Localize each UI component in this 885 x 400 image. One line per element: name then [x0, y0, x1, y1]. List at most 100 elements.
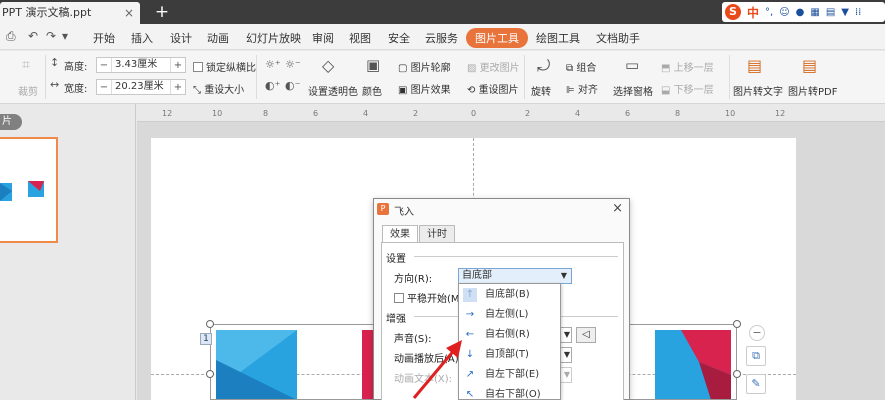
direction-option-top[interactable]: ↓ 自顶部(T): [459, 345, 560, 365]
option-label: 自右侧(R): [485, 329, 530, 340]
menu-doc-assistant[interactable]: 文档助手: [596, 30, 640, 46]
picture-effect-button[interactable]: ▣ 图片效果: [398, 81, 451, 96]
menu-view[interactable]: 视图: [349, 30, 371, 46]
height-label: 高度:: [64, 62, 88, 73]
resize-handle[interactable]: [206, 370, 214, 378]
menu-drawing-tools[interactable]: 绘图工具: [536, 30, 580, 46]
keyboard-icon[interactable]: ▦: [810, 7, 819, 18]
sound-select[interactable]: ▼: [560, 327, 572, 343]
pic-to-text-button[interactable]: 图片转文字: [733, 83, 783, 98]
close-tab-icon[interactable]: ×: [124, 2, 134, 24]
ime-toolbar: S 中 °, ☺ ● ▦ ▤ ▼ ⁞⁞: [722, 2, 885, 22]
menu-picture-tools[interactable]: 图片工具: [466, 28, 528, 48]
resize-handle[interactable]: [733, 320, 741, 328]
resize-handle[interactable]: [733, 370, 741, 378]
picture-outline-button[interactable]: ▢ 图片轮廓: [398, 59, 451, 74]
skin-icon[interactable]: ▼: [841, 7, 849, 18]
menu-cloud[interactable]: 云服务: [425, 30, 458, 46]
smooth-start-checkbox[interactable]: 平稳开始(M): [394, 290, 463, 305]
sound-volume-button[interactable]: ◁: [576, 327, 596, 343]
menu-security[interactable]: 安全: [388, 30, 410, 46]
send-backward-button[interactable]: ⬓ 下移一层: [661, 81, 714, 96]
pic-to-pdf-button[interactable]: 图片转PDF: [788, 83, 837, 98]
animate-text-select[interactable]: ▼: [560, 367, 572, 383]
lock-ratio-checkbox[interactable]: 锁定纵横比: [193, 59, 256, 74]
grid-icon[interactable]: ⁞⁞: [855, 7, 861, 18]
direction-value: 自底部: [462, 270, 492, 281]
resize-handle[interactable]: [206, 320, 214, 328]
chevron-down-icon: ▼: [560, 271, 567, 280]
direction-select[interactable]: 自底部 ▼: [458, 268, 572, 284]
menu-design[interactable]: 设计: [170, 30, 192, 46]
pen-icon[interactable]: ✎: [746, 374, 766, 394]
ime-language[interactable]: 中: [747, 4, 759, 21]
tab-timing[interactable]: 计时: [419, 225, 455, 243]
align-button[interactable]: ⊫ 对齐: [566, 81, 598, 96]
checkbox-icon: [394, 293, 404, 303]
picture-outline-label: 图片轮廓: [410, 63, 451, 74]
dialog-close-icon[interactable]: ×: [612, 201, 623, 216]
toolbox-icon[interactable]: ▤: [826, 7, 835, 18]
panel-tab[interactable]: 片: [0, 114, 22, 130]
document-tab[interactable]: PPT 演示文稿.ppt ×: [0, 2, 140, 24]
menu-slideshow[interactable]: 幻灯片放映: [246, 30, 301, 46]
direction-option-bottom-left[interactable]: ↗ 自左下部(E): [459, 365, 560, 385]
height-increase-button[interactable]: +: [171, 60, 185, 71]
direction-option-right[interactable]: ← 自右侧(R): [459, 325, 560, 345]
microphone-icon[interactable]: ●: [796, 7, 805, 18]
title-bar: PPT 演示文稿.ppt × + S 中 °, ☺ ● ▦ ▤ ▼ ⁞⁞: [0, 0, 885, 24]
group-icon: ⧉: [566, 63, 577, 74]
width-increase-button[interactable]: +: [171, 82, 185, 93]
direction-label: 方向(R):: [394, 274, 433, 285]
collapse-icon[interactable]: −: [749, 325, 765, 341]
print-preview-icon[interactable]: ⎙: [6, 29, 16, 44]
reset-size-button[interactable]: ⤡ 重设大小: [193, 81, 244, 96]
reset-picture-button[interactable]: ⟲ 重设图片: [467, 81, 519, 96]
emoji-icon[interactable]: ☺: [779, 7, 789, 18]
undo-icon[interactable]: ↶: [28, 29, 38, 43]
ruler-tick: 4: [575, 109, 581, 118]
punctuation-icon[interactable]: °,: [765, 7, 773, 18]
group-button[interactable]: ⧉ 组合: [566, 59, 596, 74]
brightness-up-icon[interactable]: ☼⁺: [265, 58, 281, 71]
width-spinner[interactable]: − 20.23厘米 +: [96, 79, 186, 95]
height-input[interactable]: 3.43厘米: [111, 58, 171, 72]
contrast-down-icon[interactable]: ◐⁻: [285, 79, 300, 92]
new-tab-button[interactable]: +: [150, 0, 174, 24]
menu-animation[interactable]: 动画: [207, 30, 229, 46]
chevron-down-icon: ▼: [563, 370, 570, 379]
color-button[interactable]: 颜色: [362, 83, 382, 98]
menu-home[interactable]: 开始: [93, 30, 115, 46]
annotation-arrow: [412, 340, 462, 399]
group-label: 组合: [576, 63, 597, 74]
set-transparent-button[interactable]: 设置透明色: [308, 83, 358, 98]
rotate-button[interactable]: 旋转: [531, 83, 551, 98]
direction-option-bottom-right[interactable]: ↖ 自右下部(O): [459, 385, 560, 400]
animation-order-badge[interactable]: 1: [200, 333, 212, 345]
redo-icon[interactable]: ↷: [46, 29, 56, 43]
bring-forward-icon: ⬒: [661, 63, 674, 74]
bring-forward-button[interactable]: ⬒ 上移一层: [661, 59, 714, 74]
brightness-down-icon[interactable]: ☼⁻: [285, 58, 301, 71]
more-icon[interactable]: ▾: [62, 29, 68, 43]
option-label: 自左下部(E): [485, 369, 540, 380]
selection-pane-button[interactable]: 选择窗格: [613, 83, 653, 98]
width-decrease-button[interactable]: −: [97, 82, 111, 93]
slide-thumbnail[interactable]: [0, 137, 58, 243]
contrast-up-icon[interactable]: ◐⁺: [265, 79, 280, 92]
after-animation-select[interactable]: ▼: [560, 347, 572, 363]
direction-option-left[interactable]: → 自左侧(L): [459, 305, 560, 325]
direction-dropdown-list: ↑ 自底部(B) → 自左侧(L) ← 自右侧(R) ↓ 自顶部(T) ↗ 自左…: [458, 283, 561, 400]
crop-side-icon[interactable]: ⧉: [746, 346, 766, 366]
width-input[interactable]: 20.23厘米: [111, 80, 171, 94]
height-spinner[interactable]: − 3.43厘米 +: [96, 57, 186, 73]
direction-option-bottom[interactable]: ↑ 自底部(B): [459, 285, 560, 305]
crop-button[interactable]: 裁剪: [18, 83, 38, 98]
change-picture-button[interactable]: ▨ 更改图片: [467, 59, 520, 74]
tab-effect[interactable]: 效果: [382, 225, 418, 243]
menu-review[interactable]: 审阅: [312, 30, 334, 46]
height-decrease-button[interactable]: −: [97, 60, 111, 71]
change-picture-label: 更改图片: [479, 63, 520, 74]
menu-insert[interactable]: 插入: [131, 30, 153, 46]
reset-picture-label: 重设图片: [478, 85, 519, 96]
